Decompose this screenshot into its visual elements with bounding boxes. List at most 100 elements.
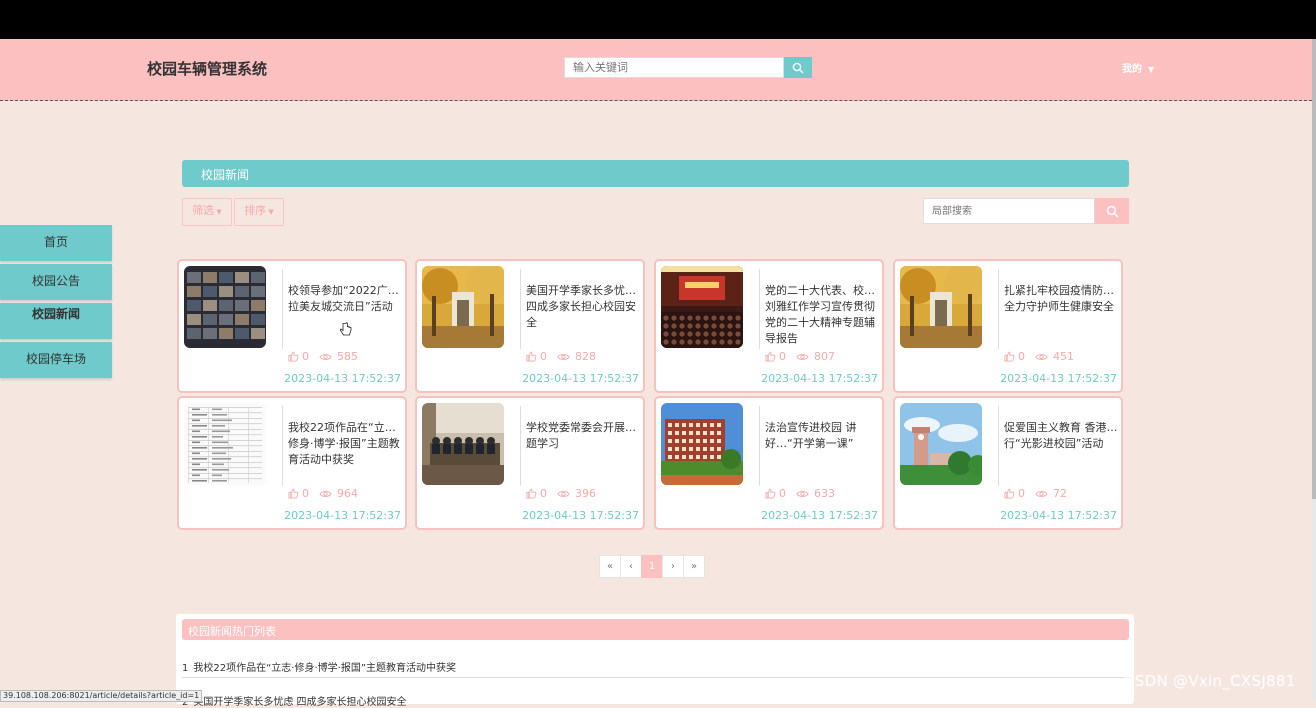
view-count: 451 — [1053, 350, 1074, 363]
hot-list-text: 美国开学季家长多忧虑 四成多家长担心校园安全 — [193, 697, 407, 708]
sort-dropdown[interactable]: 排序 ▼ — [234, 198, 284, 226]
news-stats: 0 585 — [288, 350, 358, 363]
divider — [282, 406, 283, 486]
watermark: CSDN @Vxin_CXSJ881 — [1124, 672, 1296, 690]
news-thumbnail[interactable] — [661, 403, 743, 485]
search-button[interactable] — [784, 57, 812, 78]
browser-top-bar — [0, 0, 1316, 39]
user-menu-label: 我的 — [1122, 64, 1142, 75]
news-card[interactable]: 美国开学季家长多忧…四成多家长担心校园安全 0 828 2023-04-13 17:5… — [415, 259, 645, 393]
news-stats: 0 396 — [526, 487, 596, 500]
news-card[interactable]: 党的二十大代表、校…刘雅红作学习宣传贯彻党的二十大精神专题辅导报告 0 807 202… — [654, 259, 884, 393]
divider — [759, 406, 760, 486]
like-count: 0 — [1018, 350, 1025, 363]
thumbs-up-icon — [1004, 488, 1015, 499]
news-stats: 0 807 — [765, 350, 835, 363]
news-card[interactable]: 我校22项作品在“立…修身·博学·报国”主题教育活动中获奖 0 964 2023-04… — [177, 396, 407, 530]
page-last-button[interactable]: » — [683, 555, 705, 578]
divider — [520, 269, 521, 349]
news-title[interactable]: 促爱国主义教育 香港…行“光影进校园”活动 — [1004, 420, 1118, 452]
divider — [520, 406, 521, 486]
divider — [998, 406, 999, 486]
chevron-down-icon: ▼ — [1148, 65, 1155, 74]
site-title: 校园车辆管理系统 — [147, 60, 268, 78]
news-stats: 0 633 — [765, 487, 835, 500]
news-thumbnail[interactable] — [184, 403, 266, 485]
news-stats: 0 451 — [1004, 350, 1074, 363]
chevron-down-icon: ▼ — [214, 208, 222, 216]
news-title[interactable]: 学校党委常委会开展…题学习 — [526, 420, 640, 452]
eye-icon — [319, 353, 332, 360]
view-count: 585 — [337, 350, 358, 363]
news-date: 2023-04-13 17:52:37 — [522, 509, 639, 522]
pagination: « ‹ 1 › » — [599, 555, 705, 578]
eye-icon — [319, 490, 332, 497]
news-date: 2023-04-13 17:52:37 — [761, 372, 878, 385]
news-date: 2023-04-13 17:52:37 — [1000, 509, 1117, 522]
search-icon — [792, 62, 804, 73]
thumbs-up-icon — [1004, 351, 1015, 362]
hot-list-text: 我校22项作品在“立志·修身·博学·报国”主题教育活动中获奖 — [193, 663, 456, 674]
local-search-input[interactable] — [923, 198, 1095, 224]
sidebar-nav: 首页 校园公告 校园新闻 校园停车场 — [0, 225, 112, 381]
news-thumbnail[interactable] — [900, 403, 982, 485]
page-current-button[interactable]: 1 — [641, 555, 663, 578]
view-count: 964 — [337, 487, 358, 500]
news-title[interactable]: 校领导参加“2022广…拉美友城交流日”活动 — [288, 283, 402, 315]
hot-list-index: 1 — [182, 663, 189, 674]
news-stats: 0 828 — [526, 350, 596, 363]
view-count: 828 — [575, 350, 596, 363]
sort-label: 排序 — [244, 204, 267, 217]
news-date: 2023-04-13 17:52:37 — [284, 372, 401, 385]
news-title[interactable]: 扎紧扎牢校园疫情防…全力守护师生健康安全 — [1004, 283, 1118, 315]
hand-cursor-icon — [340, 322, 352, 336]
news-card[interactable]: 促爱国主义教育 香港…行“光影进校园”活动 0 72 2023-04-13 17:52… — [893, 396, 1123, 530]
news-title[interactable]: 我校22项作品在“立…修身·博学·报国”主题教育活动中获奖 — [288, 420, 402, 468]
news-thumbnail[interactable] — [900, 266, 982, 348]
page-prev-button[interactable]: ‹ — [620, 555, 642, 578]
chevron-down-icon: ▼ — [266, 208, 274, 216]
news-thumbnail[interactable] — [422, 266, 504, 348]
hot-list-header: 校园新闻热门列表 — [182, 619, 1129, 640]
filter-dropdown[interactable]: 筛选 ▼ — [182, 198, 232, 226]
sidebar-item-parking[interactable]: 校园停车场 — [0, 342, 112, 378]
search-icon — [1106, 205, 1118, 217]
view-count: 72 — [1053, 487, 1067, 500]
news-thumbnail[interactable] — [184, 266, 266, 348]
news-title[interactable]: 法治宣传进校园 讲好…“开学第一课” — [765, 420, 879, 452]
news-title[interactable]: 党的二十大代表、校…刘雅红作学习宣传贯彻党的二十大精神专题辅导报告 — [765, 283, 879, 347]
sidebar-item-notices[interactable]: 校园公告 — [0, 264, 112, 300]
section-title: 校园新闻 — [201, 168, 250, 182]
search-input[interactable] — [564, 57, 784, 78]
news-date: 2023-04-13 17:52:37 — [522, 372, 639, 385]
like-count: 0 — [302, 350, 309, 363]
page-next-button[interactable]: › — [662, 555, 684, 578]
like-count: 0 — [779, 350, 786, 363]
hot-list-item[interactable]: 2 美国开学季家长多忧虑 四成多家长担心校园安全 — [182, 693, 407, 708]
news-card[interactable]: 法治宣传进校园 讲好…“开学第一课” 0 633 2023-04-13 17:52:3… — [654, 396, 884, 530]
divider — [182, 677, 1129, 678]
eye-icon — [557, 490, 570, 497]
page-first-button[interactable]: « — [599, 555, 621, 578]
news-title[interactable]: 美国开学季家长多忧…四成多家长担心校园安全 — [526, 283, 640, 331]
news-card[interactable]: 学校党委常委会开展…题学习 0 396 2023-04-13 17:52:37 — [415, 396, 645, 530]
news-stats: 0 72 — [1004, 487, 1067, 500]
local-search-button[interactable] — [1095, 198, 1129, 224]
news-card[interactable]: 扎紧扎牢校园疫情防…全力守护师生健康安全 0 451 2023-04-13 17:52… — [893, 259, 1123, 393]
sidebar-item-news[interactable]: 校园新闻 — [0, 303, 112, 339]
news-thumbnail[interactable] — [661, 266, 743, 348]
sidebar-item-home[interactable]: 首页 — [0, 225, 112, 261]
hot-list-item[interactable]: 1 我校22项作品在“立志·修身·博学·报国”主题教育活动中获奖 — [182, 659, 456, 674]
news-card[interactable]: 校领导参加“2022广…拉美友城交流日”活动 0 585 2023-04-13 17:… — [177, 259, 407, 393]
news-date: 2023-04-13 17:52:37 — [761, 509, 878, 522]
user-menu[interactable]: 我的 ▼ — [1122, 60, 1154, 75]
view-count: 807 — [814, 350, 835, 363]
view-count: 396 — [575, 487, 596, 500]
news-stats: 0 964 — [288, 487, 358, 500]
eye-icon — [796, 490, 809, 497]
like-count: 0 — [302, 487, 309, 500]
news-thumbnail[interactable] — [422, 403, 504, 485]
view-count: 633 — [814, 487, 835, 500]
status-bar-url: 39.108.108.206:8021/article/details?arti… — [0, 690, 203, 702]
scrollbar-thumb[interactable] — [1312, 39, 1316, 499]
